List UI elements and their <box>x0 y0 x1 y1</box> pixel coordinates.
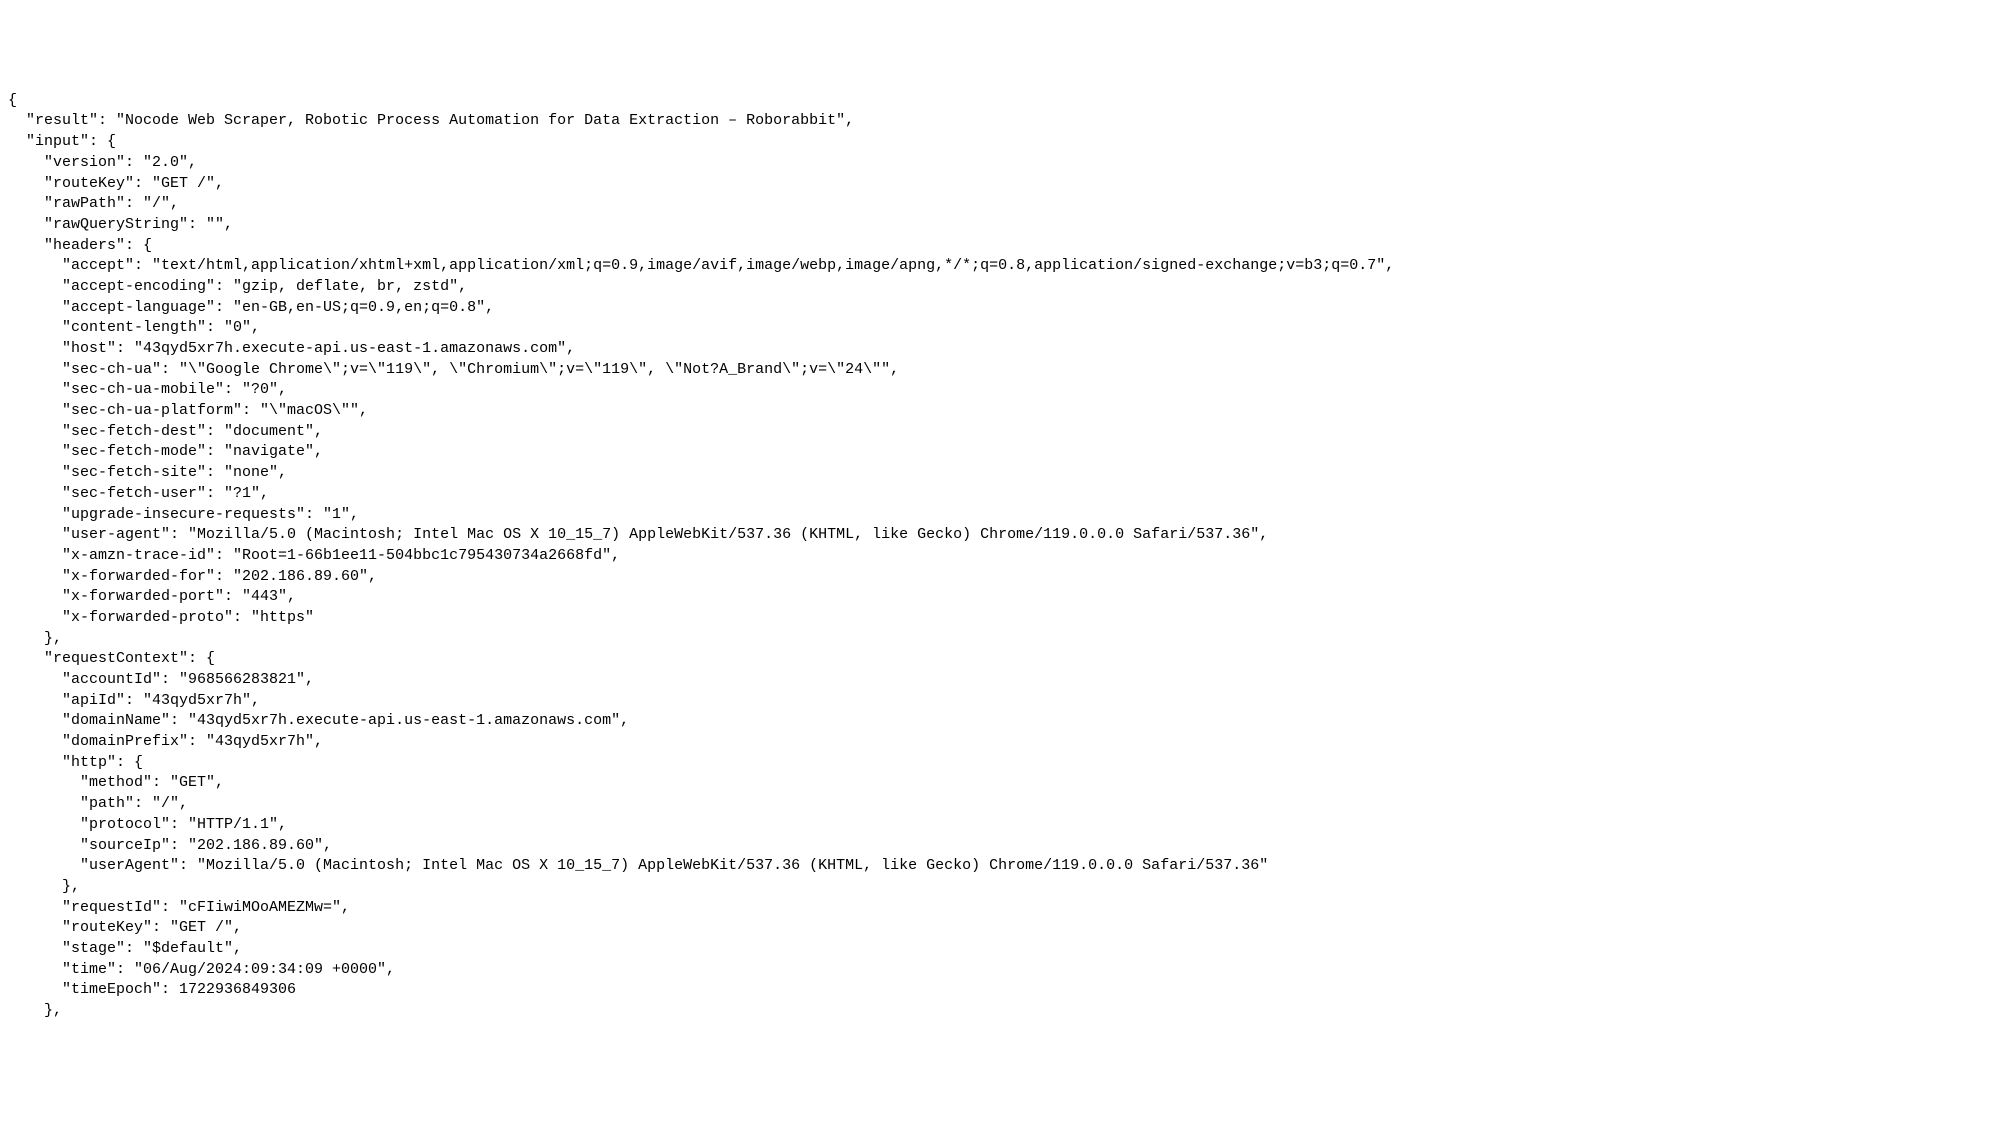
json-text: { "result": "Nocode Web Scraper, Robotic… <box>8 92 1394 1019</box>
json-document: { "result": "Nocode Web Scraper, Robotic… <box>8 91 1992 1022</box>
